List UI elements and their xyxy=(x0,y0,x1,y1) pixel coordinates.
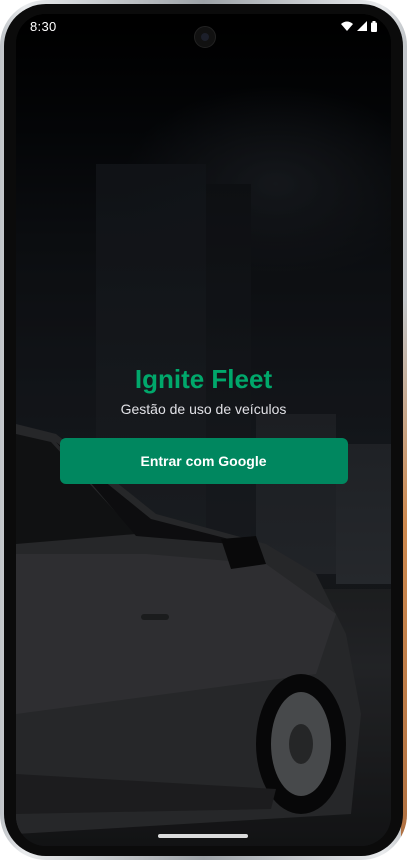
signal-icon xyxy=(357,21,367,31)
status-icons xyxy=(341,20,377,32)
front-camera xyxy=(194,26,216,48)
battery-icon xyxy=(371,20,377,32)
home-indicator[interactable] xyxy=(158,834,248,838)
app-subtitle: Gestão de uso de veículos xyxy=(120,401,287,417)
wifi-icon xyxy=(341,21,353,31)
app-screen: 8:30 Ignite Fleet Gestão de uso de veícu… xyxy=(16,14,391,846)
status-time: 8:30 xyxy=(30,18,57,34)
login-content: Ignite Fleet Gestão de uso de veículos E… xyxy=(16,362,391,484)
app-title: Ignite Fleet xyxy=(134,364,273,394)
google-sign-in-button[interactable]: Entrar com Google xyxy=(59,438,348,484)
phone-frame: 8:30 Ignite Fleet Gestão de uso de veícu… xyxy=(0,0,407,860)
